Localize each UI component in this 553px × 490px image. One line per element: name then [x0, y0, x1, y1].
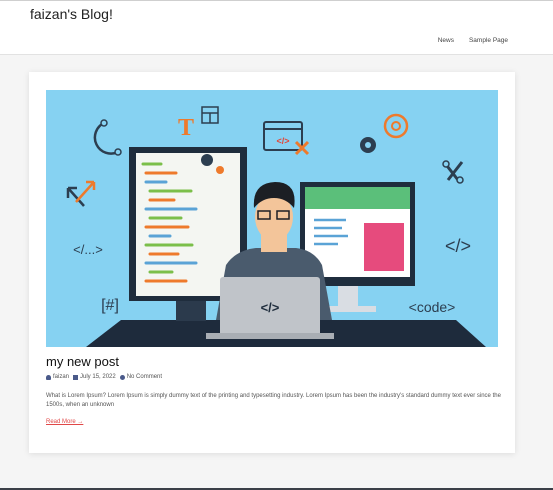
post-comments[interactable]: No Comment	[127, 374, 162, 380]
hash-glyph: [#]	[101, 297, 119, 314]
nav-item-sample-page[interactable]: Sample Page	[469, 37, 508, 44]
top-border	[0, 0, 553, 1]
post-date[interactable]: July 15, 2022	[80, 374, 116, 380]
site-title[interactable]: faizan's Blog!	[30, 6, 113, 22]
laptop-code-glyph: </>	[261, 300, 280, 315]
author-icon	[46, 374, 51, 380]
post-author[interactable]: faizan	[53, 374, 69, 380]
calendar-icon	[73, 374, 79, 380]
code-right-glyph: </>	[445, 236, 471, 256]
post-meta: faizan July 15, 2022 No Comment	[46, 374, 162, 380]
post-card: </> T </> </...> </> [#] <code> my new p…	[29, 72, 515, 453]
read-more-link[interactable]: Read More →	[46, 419, 83, 425]
code-left-glyph: </...>	[73, 242, 103, 257]
comment-icon	[119, 374, 125, 380]
post-excerpt: What is Lorem Ipsum? Lorem Ipsum is simp…	[46, 393, 501, 408]
nav-item-news[interactable]: News	[438, 37, 454, 44]
code-tag-glyph: <code>	[409, 299, 456, 315]
developer-illustration: </> T </> </...> </> [#] <code>	[46, 90, 498, 347]
browser-code-glyph: </>	[276, 136, 289, 146]
main-nav: News Sample Page	[438, 37, 508, 44]
t-glyph: T	[178, 115, 194, 141]
featured-image[interactable]: </> T </> </...> </> [#] <code>	[46, 90, 498, 347]
post-title[interactable]: my new post	[46, 354, 119, 369]
